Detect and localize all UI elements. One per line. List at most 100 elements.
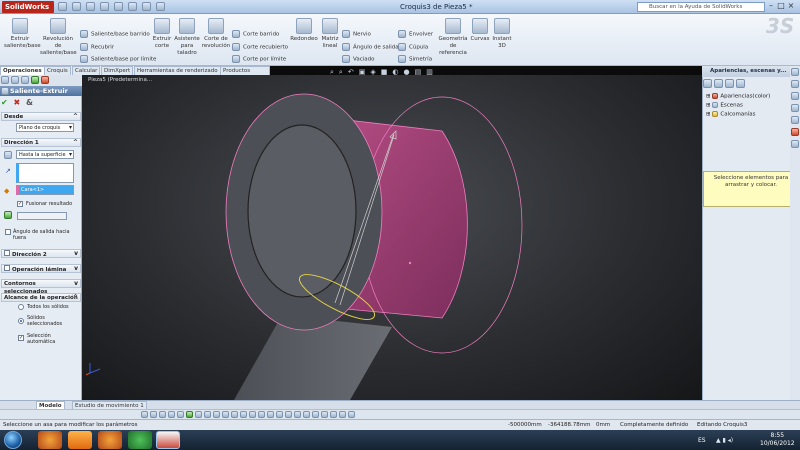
face-selection-field[interactable]: Cara<1> <box>16 185 74 195</box>
graphics-area[interactable] <box>82 75 702 400</box>
appearance-icon[interactable]: ● <box>403 68 409 76</box>
options-icon[interactable] <box>156 2 165 11</box>
appearances-tab-icon[interactable] <box>791 128 799 136</box>
tree-item-decals[interactable]: ⊞ Calcomanías <box>706 111 755 118</box>
tree-item-appearances[interactable]: ⊞ Apariencias(color) <box>706 93 770 100</box>
model-canvas[interactable] <box>82 75 702 400</box>
sketch-chamfer-icon[interactable] <box>276 411 283 418</box>
draft-outward-checkbox[interactable] <box>5 229 11 235</box>
selected-bodies-radio[interactable] <box>18 318 24 324</box>
sketch-rotate-icon[interactable] <box>303 411 310 418</box>
sketch-trim-icon[interactable] <box>195 411 202 418</box>
hide-show-icon[interactable]: ◐ <box>392 68 398 76</box>
home-icon[interactable] <box>725 79 734 88</box>
extruded-cut-button[interactable]: Extruir corte <box>150 18 174 50</box>
section-operacion-lamina[interactable]: Operación lámina v <box>1 264 81 273</box>
instant3d-button[interactable]: Instant 3D <box>492 18 512 50</box>
scene-icon[interactable]: ▤ <box>415 68 422 76</box>
search-icon[interactable] <box>791 104 799 112</box>
boundary-boss-button[interactable]: Saliente/base por límite <box>80 55 156 63</box>
language-indicator[interactable]: ES <box>698 437 706 444</box>
configuration-icon[interactable] <box>21 76 29 84</box>
sketch-rect-icon[interactable] <box>150 411 157 418</box>
zoom-area-icon[interactable]: ⌕ <box>339 68 343 76</box>
reference-geometry-button[interactable]: Geometría de referencia <box>436 18 470 57</box>
tree-item-scenes[interactable]: ⊞ Escenas <box>706 102 743 109</box>
view-settings-icon[interactable]: ▥ <box>426 68 433 76</box>
cylinder-bore[interactable] <box>247 124 357 298</box>
revolve-boss-button[interactable]: Revolución de saliente/base <box>40 18 77 57</box>
detail-preview-icon[interactable]: & <box>26 98 33 107</box>
start-condition-select[interactable]: Plano de croquis <box>16 123 74 132</box>
tab-operaciones[interactable]: Operaciones <box>0 66 45 75</box>
tab-productos-office[interactable]: Productos Office <box>220 66 270 83</box>
section-view-icon[interactable]: ▣ <box>359 68 366 76</box>
dimxpert-icon[interactable] <box>31 76 39 84</box>
fillet-button[interactable]: Redondeo <box>290 18 318 43</box>
sketch-offset-icon[interactable] <box>204 411 211 418</box>
shell-button[interactable]: Vaciado <box>342 55 374 63</box>
section-direccion-2[interactable]: Dirección 2v <box>1 249 81 258</box>
curves-button[interactable]: Curvas <box>470 18 490 43</box>
design-library-icon[interactable] <box>791 80 799 88</box>
sketch-grid-icon[interactable] <box>330 411 337 418</box>
view-palette-icon[interactable] <box>791 116 799 124</box>
sketch-relations-icon[interactable] <box>186 411 193 418</box>
section-contornos[interactable]: Contornos seleccionados v <box>1 279 81 295</box>
draft-toggle-icon[interactable] <box>4 211 12 219</box>
solidworks-logo[interactable]: SolidWorks <box>2 1 54 13</box>
zoom-fit-icon[interactable]: ⌕ <box>330 68 334 76</box>
rib-button[interactable]: Nervio <box>342 30 371 38</box>
vlc-icon[interactable] <box>68 431 92 449</box>
swept-cut-button[interactable]: Corte barrido <box>232 30 279 38</box>
tab-herramientas-renderizado[interactable]: Herramientas de renderizado <box>134 66 221 75</box>
sketch-arc-icon[interactable] <box>168 411 175 418</box>
previous-view-icon[interactable]: ↶ <box>348 68 354 76</box>
lofted-cut-button[interactable]: Corte recubierto <box>232 43 288 51</box>
section-direccion-1[interactable]: Dirección 1 ^ <box>1 138 81 147</box>
sketch-move-icon[interactable] <box>294 411 301 418</box>
sketch-text-icon[interactable] <box>258 411 265 418</box>
new-icon[interactable] <box>58 2 67 11</box>
select-icon[interactable] <box>128 2 137 11</box>
end-condition-select[interactable]: Hasta la superficie <box>16 150 74 159</box>
sketch-scale-icon[interactable] <box>312 411 319 418</box>
minimize-icon[interactable]: – <box>766 1 776 11</box>
sweep-button[interactable]: Saliente/base barrido <box>80 30 150 38</box>
section-desde[interactable]: Desde ^ <box>1 112 81 121</box>
start-button[interactable] <box>4 431 22 449</box>
sketch-circle-icon[interactable] <box>159 411 166 418</box>
close-icon[interactable]: × <box>786 1 796 11</box>
save-icon[interactable] <box>86 2 95 11</box>
section-alcance[interactable]: Alcance de la operación ^ <box>1 293 81 302</box>
sketch-convert-icon[interactable] <box>285 411 292 418</box>
direction-field[interactable] <box>16 163 74 183</box>
forward-icon[interactable] <box>714 79 723 88</box>
sketch-dimension-icon[interactable] <box>231 411 238 418</box>
sketch-spline-icon[interactable] <box>177 411 184 418</box>
ok-icon[interactable]: ✔ <box>1 98 8 107</box>
sketch-copy-icon[interactable] <box>321 411 328 418</box>
tab-croquis[interactable]: Croquis <box>44 66 71 75</box>
view-orientation-icon[interactable]: ◈ <box>370 68 375 76</box>
open-icon[interactable] <box>72 2 81 11</box>
custom-properties-icon[interactable] <box>791 140 799 148</box>
flyout-feature-tree[interactable]: Pieza5 (Predetermina... <box>88 77 152 83</box>
hole-wizard-button[interactable]: Asistente para taladro <box>174 18 200 57</box>
file-explorer-icon[interactable] <box>791 92 799 100</box>
maximize-icon[interactable]: □ <box>776 1 786 11</box>
dome-button[interactable]: Cúpula <box>398 43 428 51</box>
feature-tree-icon[interactable] <box>1 76 9 84</box>
display-style-icon[interactable]: ■ <box>381 68 388 76</box>
cancel-icon[interactable]: ✖ <box>14 98 21 107</box>
print-icon[interactable] <box>100 2 109 11</box>
property-manager-icon[interactable] <box>11 76 19 84</box>
back-icon[interactable] <box>703 79 712 88</box>
draft-angle-field[interactable] <box>17 212 67 220</box>
resources-icon[interactable] <box>791 68 799 76</box>
refresh-icon[interactable] <box>736 79 745 88</box>
undo-icon[interactable] <box>114 2 123 11</box>
merge-result-checkbox[interactable]: ✓ <box>17 201 23 207</box>
wrap-button[interactable]: Envolver <box>398 30 433 38</box>
extrude-boss-button[interactable]: Extruir saliente/base <box>4 18 41 50</box>
